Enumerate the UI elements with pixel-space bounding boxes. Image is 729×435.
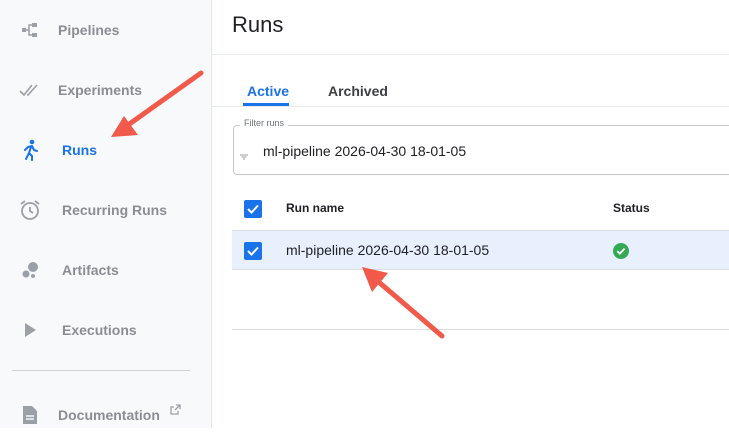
alarm-clock-icon — [18, 198, 42, 222]
checkmark-icon — [247, 204, 259, 214]
artifacts-icon — [18, 258, 42, 282]
tab-archived[interactable]: Archived — [328, 83, 388, 99]
row-checkbox[interactable] — [244, 242, 262, 260]
sidebar-item-pipelines[interactable]: Pipelines — [0, 10, 211, 50]
sidebar-item-experiments[interactable]: Experiments — [0, 70, 211, 110]
sidebar-item-executions[interactable]: Executions — [0, 310, 211, 350]
filter-runs-label: Filter runs — [240, 118, 289, 128]
sidebar-item-label: Executions — [62, 322, 137, 338]
sidebar-item-label: Recurring Runs — [62, 202, 168, 218]
column-header-run-name[interactable]: Run name — [286, 201, 344, 215]
sidebar-item-label: Pipelines — [58, 22, 120, 38]
pipelines-icon — [18, 18, 42, 42]
checkmark-icon — [247, 246, 259, 256]
filter-runs-value[interactable]: ml-pipeline 2026-04-30 18-01-05 — [263, 143, 466, 159]
arrow-to-run-row — [362, 267, 445, 339]
sidebar-item-artifacts[interactable]: Artifacts — [0, 250, 211, 290]
runs-icon — [18, 138, 42, 162]
page-title: Runs — [232, 12, 284, 37]
sidebar-item-runs[interactable]: Runs — [0, 130, 211, 170]
sidebar-item-label: Runs — [62, 142, 97, 158]
column-header-status[interactable]: Status — [613, 201, 650, 215]
sidebar: Pipelines Experiments Runs Recurring Run… — [0, 0, 212, 428]
filter-icon — [240, 147, 248, 165]
sidebar-divider — [12, 370, 190, 371]
title-divider — [212, 54, 729, 55]
document-icon — [18, 403, 42, 427]
select-all-checkbox[interactable] — [244, 200, 262, 218]
sidebar-item-recurring-runs[interactable]: Recurring Runs — [0, 190, 211, 230]
run-name-link[interactable]: ml-pipeline 2026-04-30 18-01-05 — [286, 242, 489, 258]
table-bottom-divider — [232, 329, 729, 330]
success-check-icon — [613, 243, 629, 264]
sidebar-item-label: Documentation — [58, 407, 160, 423]
experiments-icon — [18, 78, 42, 102]
sidebar-item-label: Artifacts — [62, 262, 119, 278]
tabs-divider — [212, 106, 729, 107]
tab-active[interactable]: Active — [247, 83, 289, 99]
sidebar-item-label: Experiments — [58, 82, 143, 98]
external-link-icon[interactable] — [170, 402, 181, 420]
play-icon — [18, 318, 42, 342]
